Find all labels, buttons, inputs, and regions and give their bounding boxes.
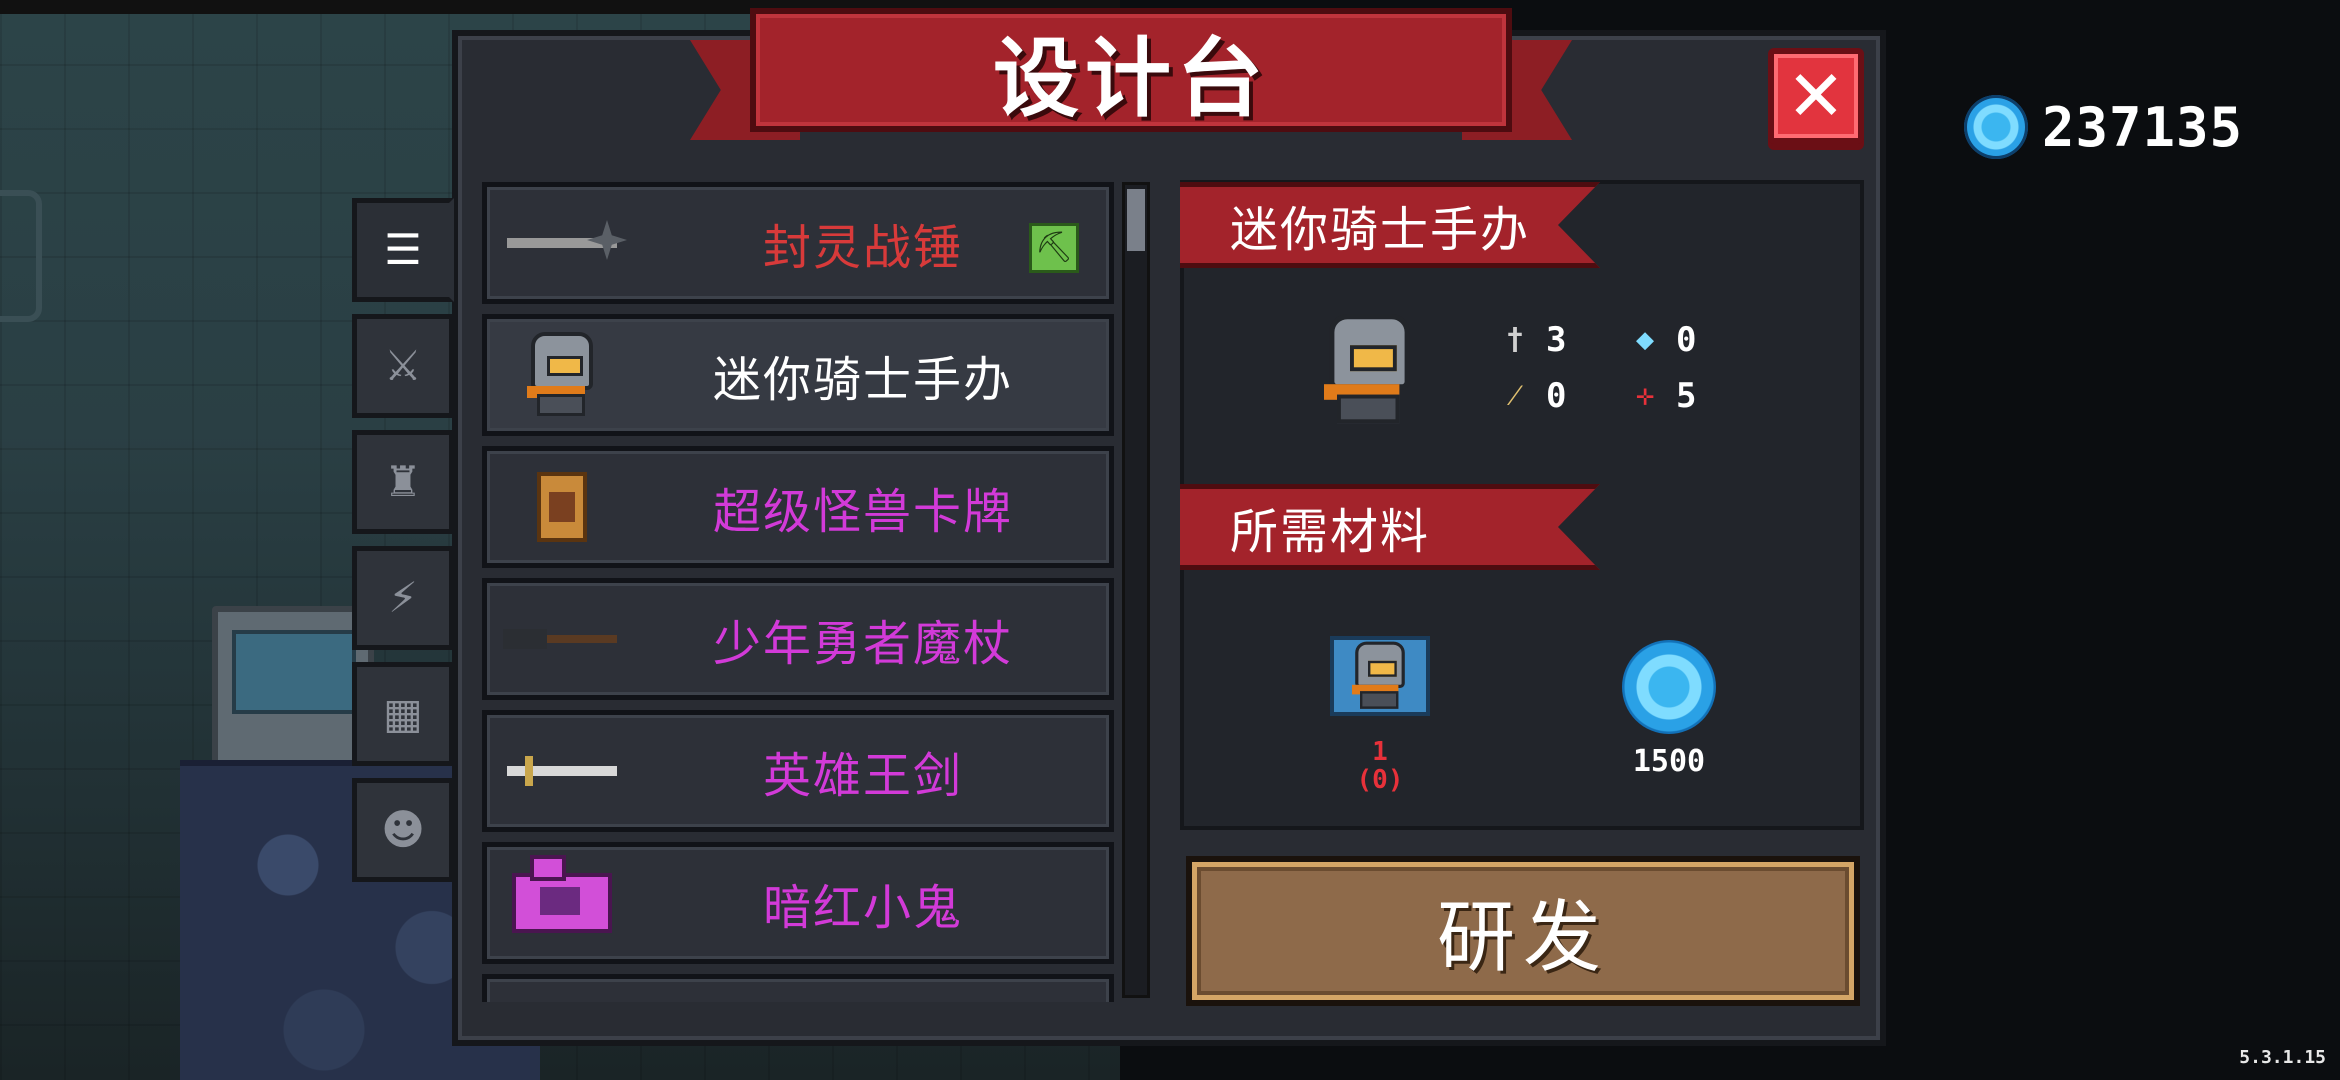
feather-icon: ⁄: [1512, 378, 1518, 413]
tab-weapons[interactable]: ⚔: [352, 314, 454, 418]
materials-ribbon: 所需材料: [1180, 484, 1600, 570]
knight-blueprint-icon: [1330, 636, 1430, 716]
item-name: 少年勇者魔杖: [712, 616, 1013, 672]
stat-crit-value: 0: [1546, 376, 1567, 416]
material-count-owned: (0): [1356, 765, 1404, 795]
tab-blueprints[interactable]: ▦: [352, 662, 454, 766]
blueprint-icon: ▦: [383, 689, 423, 738]
currency-display: 237135: [1964, 92, 2243, 162]
pickaxe-icon: ⛏: [1029, 223, 1079, 273]
camera-icon: [487, 847, 637, 959]
pet-icon: ☻: [381, 805, 425, 854]
list-item[interactable]: 英雄王剑: [482, 710, 1114, 832]
tab-pets[interactable]: ☻: [352, 778, 454, 882]
list-icon: ☰: [384, 225, 422, 274]
item-name-ribbon: 迷你骑士手办: [1180, 182, 1600, 268]
staff-icon: [487, 583, 637, 695]
stat-attack: † 3: [1498, 320, 1628, 360]
armor-icon: ♜: [384, 457, 422, 506]
list-item[interactable]: 超级怪兽卡牌: [482, 446, 1114, 568]
stat-accuracy-value: 5: [1676, 376, 1697, 416]
card-icon: [487, 451, 637, 563]
list-item[interactable]: 迷你骑士手办: [482, 314, 1114, 436]
list-scrollbar[interactable]: [1122, 182, 1150, 998]
materials-title: 所需材料: [1230, 504, 1431, 560]
stat-crit: ⁄ 0: [1498, 376, 1628, 416]
gem-coin-icon: [1964, 95, 2028, 159]
category-tabs: ☰ ⚔ ♜ ⚡ ▦ ☻: [352, 198, 454, 894]
research-button[interactable]: 研发: [1186, 856, 1860, 1006]
list-item[interactable]: 暗红小鬼: [482, 842, 1114, 964]
hex-marker: [0, 190, 42, 322]
stat-attack-value: 3: [1546, 320, 1567, 360]
item-name: 迷你骑士手办: [712, 352, 1013, 408]
tab-armor[interactable]: ♜: [352, 430, 454, 534]
item-name: 超级怪兽卡牌: [712, 484, 1013, 540]
weapon-icon: ⚔: [384, 341, 422, 390]
title-ribbon: 设计台: [690, 0, 1572, 150]
stat-energy: ◆ 0: [1628, 320, 1758, 360]
terminal-machine: [212, 606, 374, 768]
stat-energy-value: 0: [1676, 320, 1697, 360]
title-band: 设计台: [750, 8, 1512, 132]
crosshair-icon: ✛: [1635, 378, 1655, 413]
sword-icon: [487, 715, 637, 827]
page-title: 设计台: [993, 28, 1269, 129]
detail-item-name: 迷你骑士手办: [1230, 202, 1531, 258]
tab-skills[interactable]: ⚡: [352, 546, 454, 650]
item-detail-pane: 迷你骑士手办 † 3 ◆ 0 ⁄ 0 ✛ 5 所需材料 1 (0) 1500: [1180, 180, 1864, 830]
diamond-icon: ◆: [1635, 322, 1655, 357]
material-count: 1 (0): [1330, 738, 1430, 794]
tab-list[interactable]: ☰: [352, 198, 454, 302]
item-stats: † 3 ◆ 0 ⁄ 0 ✛ 5: [1498, 320, 1758, 416]
close-icon: ✕: [1786, 55, 1846, 137]
terminal-screen: [232, 630, 356, 714]
version-label: 5.3.1.15: [2239, 1047, 2326, 1068]
item-list[interactable]: 封灵战锤 ⛏ 迷你骑士手办 超级怪兽卡牌 少年勇者魔杖 英雄王剑 暗红小鬼: [482, 182, 1118, 1002]
item-name: 暗红小鬼: [762, 880, 963, 936]
currency-value: 237135: [2042, 95, 2244, 159]
sword-stat-icon: †: [1505, 322, 1525, 357]
hammer-icon: [487, 187, 637, 299]
knight-figure-icon: [487, 319, 637, 431]
stat-accuracy: ✛ 5: [1628, 376, 1758, 416]
close-button[interactable]: ✕: [1768, 48, 1864, 144]
gem-cost: 1500: [1632, 744, 1706, 779]
list-item[interactable]: 少年勇者魔杖: [482, 578, 1114, 700]
list-item[interactable]: 封灵战锤 ⛏: [482, 182, 1114, 304]
lightning-icon: ⚡: [388, 573, 418, 622]
scroll-thumb[interactable]: [1127, 189, 1145, 251]
material-count-required: 1: [1372, 737, 1388, 767]
knight-figure-preview: [1324, 314, 1415, 426]
research-label: 研发: [1436, 893, 1609, 983]
list-item[interactable]: [482, 974, 1114, 1002]
item-name: 英雄王剑: [762, 748, 963, 804]
gem-coin-icon: [1622, 640, 1716, 734]
